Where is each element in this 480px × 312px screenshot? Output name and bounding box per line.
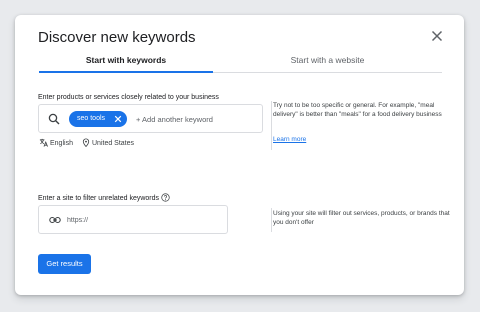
remove-chip-icon[interactable] [114,115,122,123]
link-icon [49,216,61,224]
language-selector[interactable]: English [39,138,73,147]
learn-more-link[interactable]: Learn more [273,136,306,143]
dialog-title: Discover new keywords [38,29,196,46]
site-label: Enter a site to filter unrelated keyword… [38,195,160,202]
translate-icon [39,138,48,147]
keyword-chip[interactable]: seo tools [69,111,127,127]
close-icon[interactable] [428,27,446,45]
site-help-text: Using your site will filter out services… [273,210,450,226]
discover-keywords-dialog: Discover new keywords Start with keyword… [15,15,464,295]
location-pin-icon [82,138,90,148]
language-label: English [50,140,73,147]
site-url-input[interactable] [67,213,217,227]
keywords-input-box[interactable]: seo tools [38,104,263,133]
add-keyword-input[interactable] [136,111,256,127]
tab-start-with-website[interactable]: Start with a website [213,55,442,65]
keyword-chip-label: seo tools [77,115,106,122]
location-selector[interactable]: United States [82,138,135,148]
help-circle-icon[interactable] [161,193,170,202]
help-divider-keywords [271,101,272,150]
site-label-row: Enter a site to filter unrelated keyword… [38,193,170,202]
help-divider-site [271,208,272,232]
get-results-button[interactable]: Get results [38,254,91,274]
keywords-label: Enter products or services closely relat… [38,94,219,101]
tab-start-with-keywords[interactable]: Start with keywords [39,55,213,65]
site-input-box[interactable] [38,205,228,234]
keywords-help-text: Try not to be too specific or general. F… [273,102,442,118]
search-icon [48,113,60,125]
active-tab-indicator [39,71,213,73]
location-label: United States [92,140,135,147]
